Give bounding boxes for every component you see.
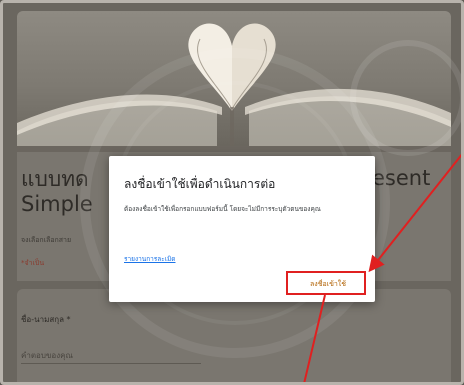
signin-dialog: ลงชื่อเข้าใช้เพื่อดำเนินการต่อ ต้องลงชื่… [109, 156, 375, 302]
report-abuse-link[interactable]: รายงานการละเมิด [124, 254, 176, 264]
form-description: จงเลือกเลือกสาย [21, 236, 72, 244]
open-book-heart-image [17, 23, 451, 146]
dialog-message: ต้องลงชื่อเข้าใช้เพื่อกรอกแบบฟอร์มนี้ โด… [124, 205, 321, 213]
form-title-suffix: esent [372, 166, 431, 190]
answer-underline [21, 363, 201, 364]
required-note: *จำเป็น [21, 259, 45, 267]
question-label: ชื่อ-นามสกุล * [21, 315, 71, 324]
form-title-line2: Simple [21, 192, 93, 216]
dialog-title: ลงชื่อเข้าใช้เพื่อดำเนินการต่อ [124, 177, 276, 191]
form-page-frame: แบบทด Simple esent จงเลือกเลือกสาย *จำเป… [0, 0, 464, 385]
signin-button[interactable]: ลงชื่อเข้าใช้ [290, 274, 366, 294]
header-banner-image [17, 11, 451, 146]
answer-input[interactable]: คำตอบของคุณ [21, 349, 73, 362]
question-card: ชื่อ-นามสกุล * คำตอบของคุณ [17, 289, 451, 382]
form-title: แบบทด [21, 167, 89, 191]
